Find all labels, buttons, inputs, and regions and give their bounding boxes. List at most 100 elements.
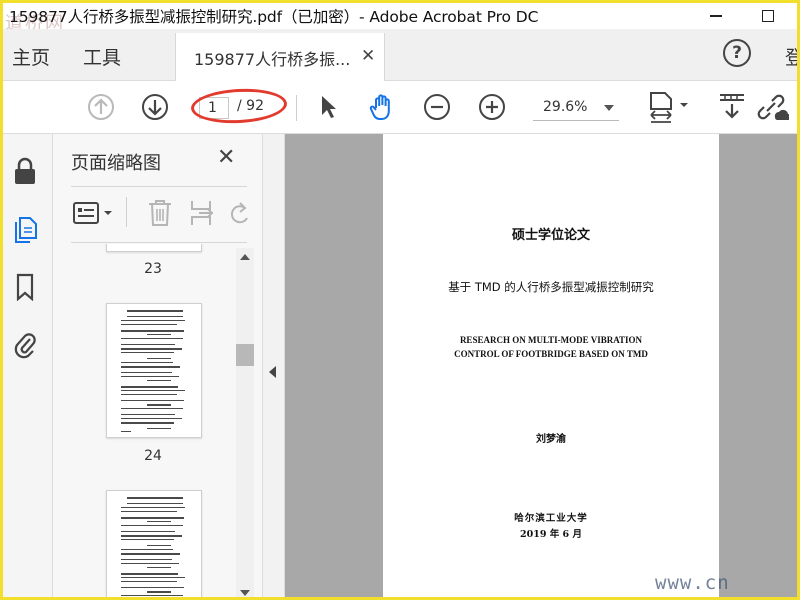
panel-divider (71, 242, 247, 243)
thesis-school: 哈尔滨工业大学 (514, 513, 588, 524)
left-icon-rail (3, 134, 53, 597)
thumbnail-text-line (121, 511, 177, 512)
thumbnail-text-line (121, 372, 172, 373)
share-link-icon[interactable] (755, 91, 789, 123)
thumbnail-page[interactable] (106, 244, 202, 252)
scroll-mode-icon[interactable] (717, 91, 747, 123)
thumbnail-text-line (121, 386, 178, 388)
thumbnail-text-line (121, 549, 173, 550)
site-watermark-text: www.cn (655, 572, 730, 594)
thumbnail-text-line (127, 503, 183, 504)
thumbnail-text-line (121, 414, 175, 415)
zoom-underline (533, 120, 619, 121)
thumbnail-list: 23 24 (53, 244, 233, 597)
thumbnail-text-line (147, 358, 171, 359)
scroll-down-icon[interactable] (240, 590, 250, 596)
thumbnail-text-line (121, 559, 172, 560)
thumbnail-text-line (121, 431, 131, 432)
thumbnail-text-line (121, 362, 173, 363)
thesis-chinese-title: 基于 TMD 的人行桥多振型减振控制研究 (448, 280, 654, 294)
toolbar-separator (296, 95, 297, 121)
document-viewer[interactable]: 硕士学位论文 基于 TMD 的人行桥多振型减振控制研究 RESEARCH ON … (285, 134, 797, 597)
thumbnail-text-line (121, 408, 183, 409)
thumbnail-options-icon[interactable] (73, 202, 115, 228)
previous-page-icon[interactable] (87, 93, 115, 121)
zoom-out-icon[interactable] (423, 93, 451, 121)
next-page-icon[interactable] (141, 93, 169, 121)
close-panel-icon[interactable]: ✕ (217, 145, 235, 170)
thumbnail-text-line (121, 577, 185, 578)
thumbnail-text-line (121, 573, 178, 575)
bookmark-icon[interactable] (11, 272, 39, 302)
menu-tab-bar: 主页 工具 159877人行桥多振... ✕ ? 登 (3, 29, 797, 81)
minimize-button[interactable] (696, 3, 736, 29)
scroll-up-icon[interactable] (240, 254, 250, 260)
main-toolbar: 1 / 92 29.6% (3, 81, 797, 134)
zoom-in-icon[interactable] (478, 93, 506, 121)
toolbar-separator (126, 197, 127, 227)
thumbnail-text-line (147, 404, 171, 406)
window-title: 159877人行桥多振型减振控制研究.pdf（已加密）- Adobe Acrob… (9, 8, 539, 26)
thumbnail-text-line (121, 553, 180, 555)
pdf-page: 硕士学位论文 基于 TMD 的人行桥多振型减振控制研究 RESEARCH ON … (383, 134, 719, 597)
thumbnail-text-line (147, 334, 171, 335)
thumbnail-text-line (121, 400, 184, 401)
thumbnail-text-line (121, 587, 184, 588)
select-cursor-icon[interactable] (317, 93, 339, 121)
login-button[interactable]: 登 (785, 43, 797, 70)
panel-collapse-strip[interactable] (263, 134, 285, 597)
thumbnail-text-line (121, 352, 174, 353)
thesis-english-title-line2: CONTROL OF FOOTBRIDGE BASED ON TMD (454, 349, 648, 359)
thesis-english-title-line1: RESEARCH ON MULTI-MODE VIBRATION (459, 335, 643, 345)
collapse-left-icon[interactable] (269, 366, 276, 378)
thesis-type-title: 硕士学位论文 (511, 228, 590, 243)
page-thumbnails-icon[interactable] (11, 214, 39, 244)
panel-title: 页面缩略图 (71, 153, 161, 174)
thumbnail-text-line (121, 517, 184, 519)
menu-tools[interactable]: 工具 (83, 43, 121, 70)
panel-divider (71, 186, 247, 187)
rotate-page-icon[interactable] (229, 200, 251, 230)
thumbnail-text-line (121, 563, 179, 564)
thumbnails-scrollbar[interactable] (236, 248, 254, 597)
thumbnail-text-line (121, 366, 180, 368)
close-tab-icon[interactable]: ✕ (361, 46, 375, 66)
scroll-thumb[interactable] (236, 344, 254, 366)
lock-icon[interactable] (11, 156, 39, 186)
help-icon[interactable]: ? (723, 39, 751, 67)
thesis-author: 刘梦渝 (536, 434, 566, 445)
thumbnail-text-line (121, 330, 184, 332)
thumbnail-text-line (121, 531, 175, 532)
thesis-date: 2019 年 6 月 (520, 529, 582, 540)
minimize-icon (710, 15, 722, 17)
thumbnail-text-line (121, 507, 185, 508)
insert-page-icon[interactable] (189, 199, 215, 231)
thumbnail-text-line (127, 310, 183, 312)
annotation-ellipse (190, 86, 288, 126)
thumbnail-text-line (121, 525, 183, 526)
thumbnail-text-line (121, 376, 179, 377)
thumbnail-text-line (121, 338, 183, 339)
thumbnail-text-line (121, 581, 177, 582)
paperclip-icon[interactable] (11, 329, 39, 359)
thumbnail-page[interactable] (106, 303, 202, 438)
thumbnail-page[interactable] (106, 490, 202, 597)
maximize-button[interactable] (748, 3, 788, 29)
thumbnail-text-line (127, 316, 183, 317)
thumbnail-text-line (121, 394, 177, 395)
thumbnail-text-line (121, 422, 174, 424)
thumbnail-text-line (121, 324, 177, 325)
document-tab-label: 159877人行桥多振... (194, 50, 351, 69)
thumbnail-text-line (121, 348, 182, 350)
zoom-value: 29.6% (543, 99, 588, 115)
menu-home[interactable]: 主页 (12, 43, 50, 70)
thumbnail-text-line (121, 344, 175, 345)
zoom-select[interactable]: 29.6% (533, 95, 619, 121)
thumbnail-text-line (147, 380, 171, 381)
maximize-icon (762, 10, 774, 22)
page-fit-icon[interactable] (647, 89, 691, 127)
delete-page-icon[interactable] (147, 199, 173, 231)
document-tab[interactable]: 159877人行桥多振... ✕ (175, 33, 385, 81)
hand-tool-icon[interactable] (367, 91, 399, 123)
thumbnail-text-line (121, 390, 185, 391)
